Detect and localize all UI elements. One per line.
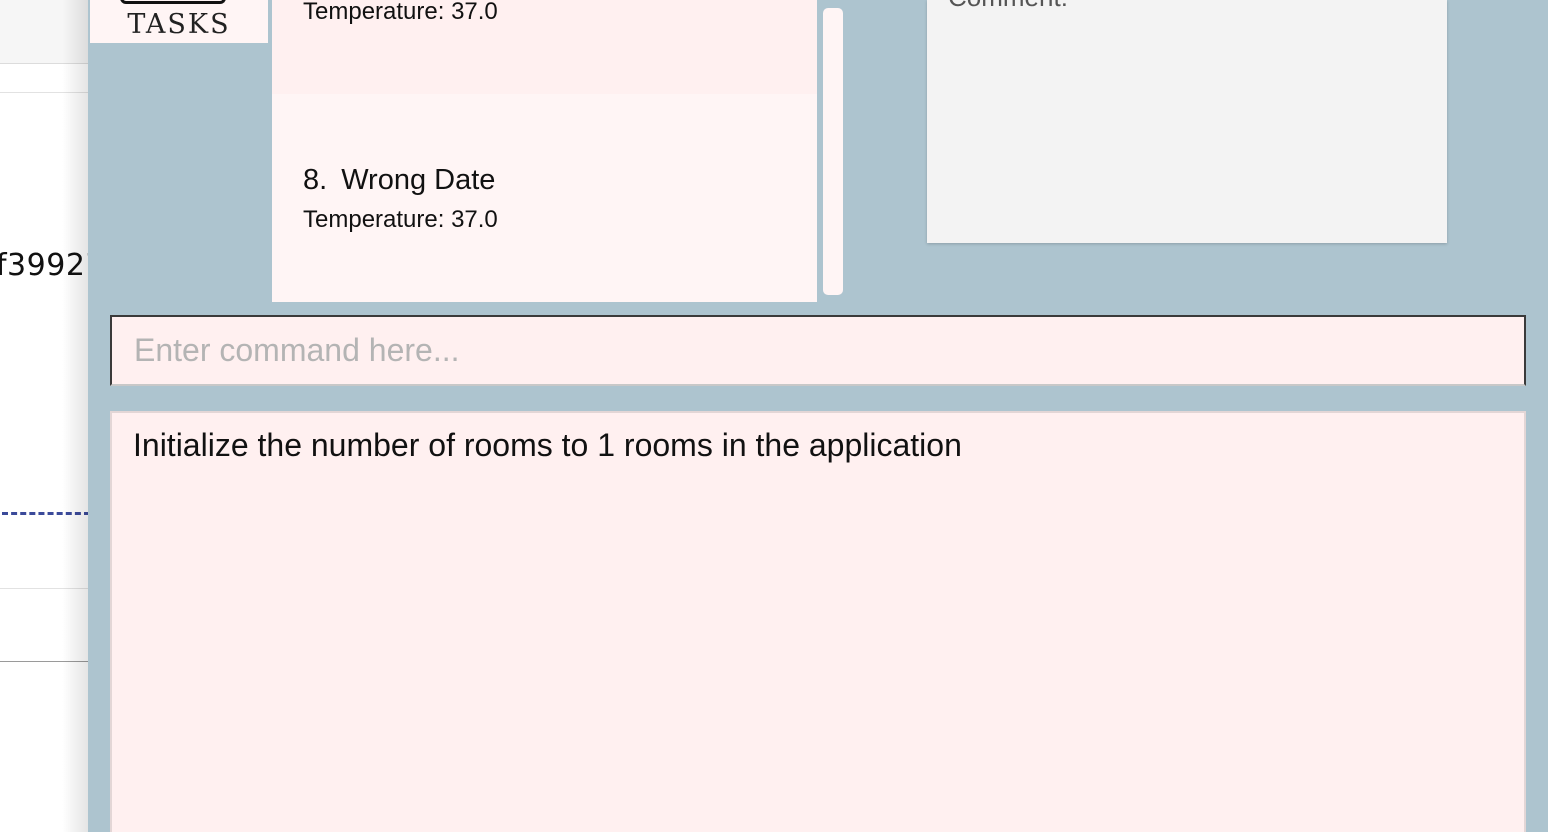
result-message: Initialize the number of rooms to 1 room…	[133, 427, 962, 463]
command-box[interactable]	[110, 315, 1526, 386]
tasks-button[interactable]: TASKS	[90, 0, 268, 43]
app-window: TASKS Temperature: 37.0 8. Wrong Date Tem…	[88, 0, 1548, 832]
patient-index: 8.	[303, 164, 328, 196]
patient-card[interactable]: Temperature: 37.0	[272, 0, 817, 94]
patient-temperature: Temperature: 37.0	[303, 206, 498, 233]
command-input[interactable]	[112, 317, 1524, 384]
background-window: f39927	[0, 0, 105, 832]
patient-list[interactable]: Temperature: 37.0 8. Wrong Date Temperatu…	[272, 0, 817, 302]
comment-label: Comment:	[948, 0, 1068, 13]
patient-card[interactable]: 8. Wrong Date Temperature: 37.0	[272, 94, 817, 302]
tasks-logo-icon	[120, 0, 226, 4]
patient-list-scrollbar[interactable]	[823, 8, 843, 295]
screen: f39927 TASKS Temperature: 37.0 8. Wrong D…	[0, 0, 1548, 832]
patient-temperature: Temperature: 37.0	[303, 0, 498, 25]
result-display: Initialize the number of rooms to 1 room…	[110, 411, 1526, 832]
tasks-label: TASKS	[127, 9, 231, 40]
detail-panel: Comment:	[927, 0, 1447, 243]
patient-title: 8. Wrong Date	[303, 164, 495, 197]
patient-name: Wrong Date	[341, 164, 496, 196]
